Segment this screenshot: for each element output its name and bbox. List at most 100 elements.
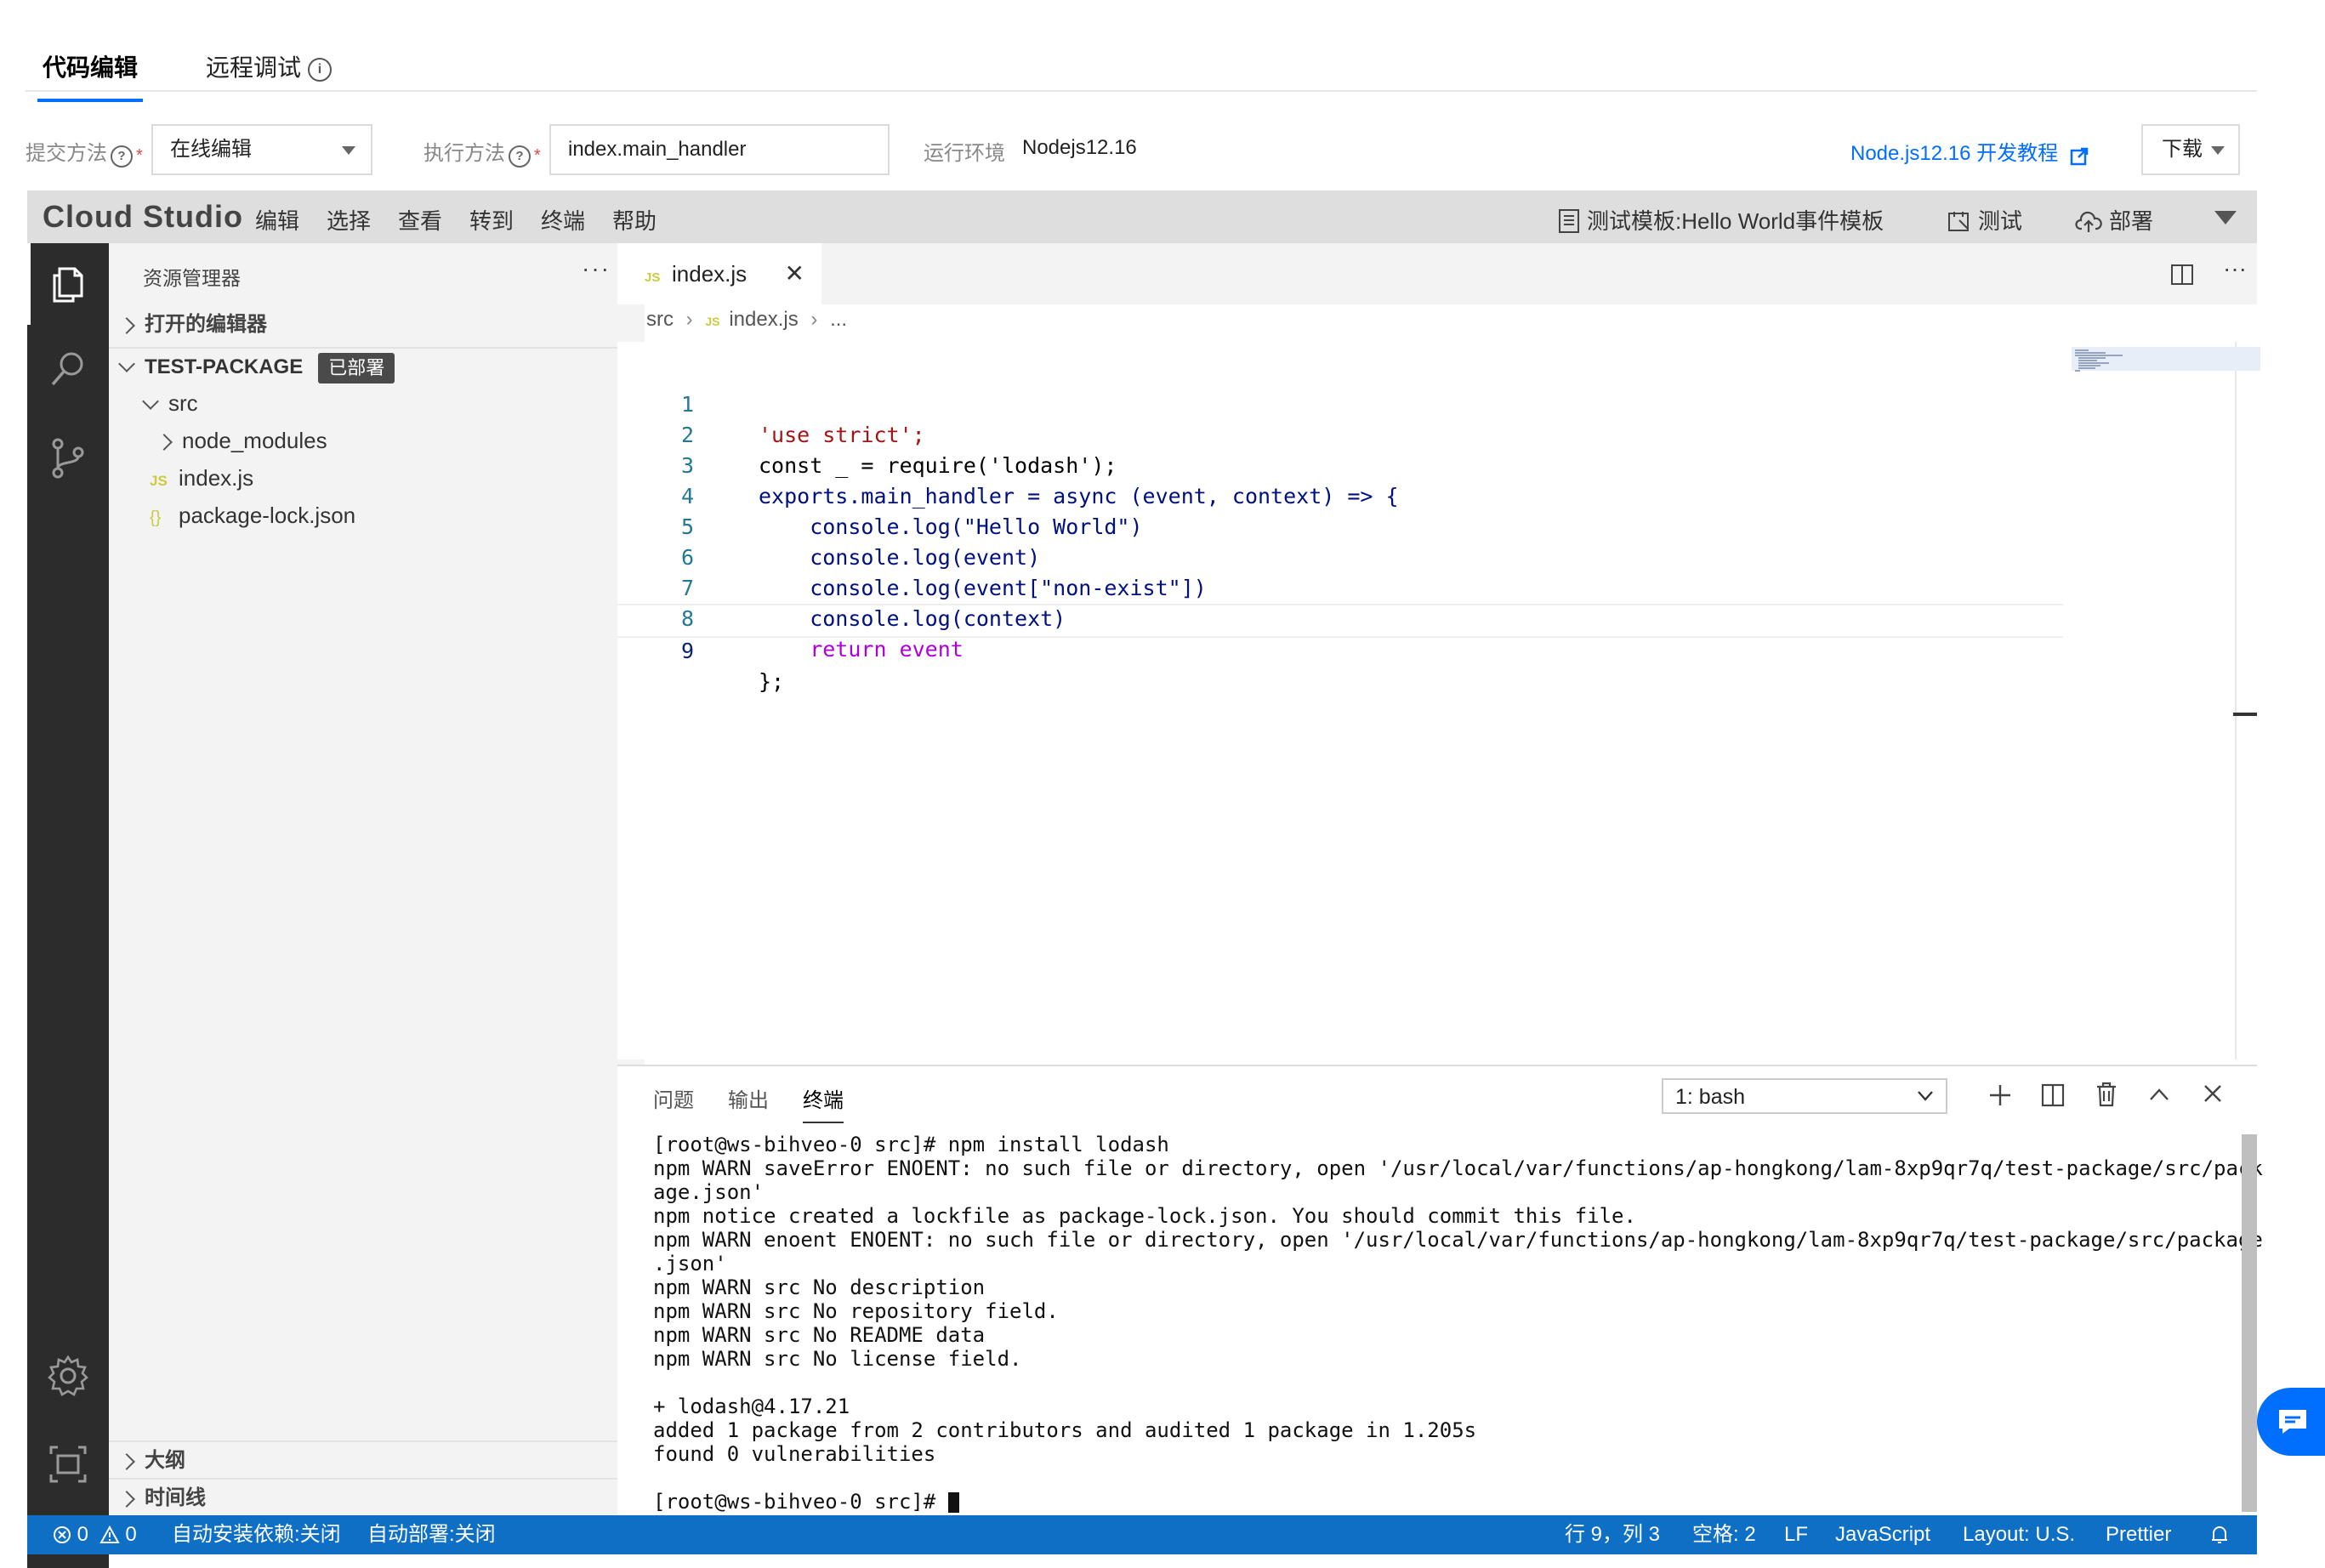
files-icon[interactable] <box>46 262 90 306</box>
test-template-button[interactable]: 测试模板:Hello World事件模板 <box>1558 204 1884 236</box>
prettier-status[interactable]: Prettier <box>2106 1515 2171 1554</box>
runtime-label: 运行环境 <box>924 142 1005 165</box>
language-mode[interactable]: JavaScript <box>1835 1515 1930 1554</box>
menubar: Cloud Studio 编辑 选择 查看 转到 终端 帮助 测试模板:Hell… <box>27 190 2257 243</box>
auto-install-toggle[interactable]: 自动安装依赖:关闭 <box>172 1515 341 1554</box>
menu-view[interactable]: 查看 <box>398 204 442 236</box>
chevron-up-icon[interactable] <box>2148 1087 2170 1102</box>
exec-method-input[interactable]: index.main_handler <box>549 124 890 175</box>
terminal-line: npm WARN saveError ENOENT: no such file … <box>653 1156 2263 1180</box>
json-file-icon: {} <box>150 508 162 527</box>
breadcrumb: src › JS index.js › ... <box>646 308 847 332</box>
terminal-scrollbar[interactable] <box>2242 1134 2257 1512</box>
submit-method-value: 在线编辑 <box>170 138 252 161</box>
test-button[interactable]: 测试 <box>1947 204 2022 236</box>
remote-window-icon[interactable] <box>46 1442 90 1486</box>
help-icon[interactable]: ? <box>111 145 133 168</box>
end-of-line[interactable]: LF <box>1784 1515 1808 1554</box>
terminal-select-value: 1: bash <box>1675 1085 1746 1109</box>
cloud-studio-ide: Cloud Studio 编辑 选择 查看 转到 终端 帮助 测试模板:Hell… <box>27 190 2263 1568</box>
terminal-line: found 0 vulnerabilities <box>653 1442 936 1466</box>
more-icon[interactable]: ··· <box>582 255 611 282</box>
close-icon[interactable]: ✕ <box>785 243 804 304</box>
terminal-prompt: [root@ws-bihveo-0 src]# <box>653 1490 948 1514</box>
keyboard-layout[interactable]: Layout: U.S. <box>1963 1515 2075 1554</box>
open-editors-section[interactable]: 打开的编辑器 <box>109 306 657 344</box>
tab-remote-debug[interactable]: 远程调试 i <box>206 49 333 83</box>
terminal-line: age.json' <box>653 1180 765 1204</box>
tree-item-src[interactable]: src <box>109 384 680 422</box>
info-icon[interactable]: i <box>308 57 333 82</box>
help-icon[interactable]: ? <box>509 145 531 168</box>
chevron-down-icon <box>118 355 135 372</box>
search-icon[interactable] <box>46 347 90 391</box>
activity-active-indicator <box>27 243 31 325</box>
breadcrumb-more[interactable]: ... <box>830 308 847 331</box>
document-icon <box>1559 209 1579 233</box>
tree-item-node-modules[interactable]: node_modules <box>109 422 694 459</box>
tab-code-edit[interactable]: 代码编辑 <box>37 49 144 102</box>
problems-status[interactable]: 0 0 <box>53 1515 137 1554</box>
open-editors-label: 打开的编辑器 <box>145 313 267 336</box>
terminal-line: npm WARN src No license field. <box>653 1347 1022 1371</box>
editor-tab-index-js[interactable]: JS index.js ✕ <box>617 243 821 304</box>
download-label: 下载 <box>2162 138 2203 161</box>
close-icon[interactable] <box>2203 1083 2223 1104</box>
runtime-value: Nodejs12.16 <box>1022 136 1137 159</box>
cloud-upload-icon <box>2075 211 2102 232</box>
code-editor[interactable]: 1 'use strict'; 2 const _ = require('lod… <box>617 342 2257 1060</box>
chat-button[interactable] <box>2257 1388 2325 1456</box>
brand-logo: Cloud Studio <box>43 199 243 234</box>
terminal-output[interactable]: [root@ws-bihveo-0 src]# npm install loda… <box>653 1133 2263 1514</box>
download-button[interactable]: 下载 <box>2141 124 2240 175</box>
tutorial-link-label: Node.js12.16 开发教程 <box>1850 142 2059 165</box>
submit-method-select[interactable]: 在线编辑 <box>151 124 372 175</box>
outline-section[interactable]: 大纲 <box>109 1440 657 1480</box>
triangle-down-icon[interactable] <box>2213 209 2238 226</box>
tree-item-label: index.js <box>179 465 254 491</box>
warning-count: 0 <box>125 1523 137 1546</box>
cursor-position[interactable]: 行 9，列 3 <box>1565 1515 1660 1554</box>
auto-deploy-toggle[interactable]: 自动部署:关闭 <box>367 1515 496 1554</box>
menu-help[interactable]: 帮助 <box>612 204 657 236</box>
chevron-right-icon <box>118 1452 135 1470</box>
bell-icon[interactable] <box>2209 1525 2230 1545</box>
gutter <box>619 361 624 633</box>
panel-tab-problems[interactable]: 问题 <box>653 1083 694 1113</box>
plus-icon[interactable] <box>1988 1083 2012 1107</box>
scrollbar-track[interactable] <box>2235 342 2237 1060</box>
warning-icon <box>99 1525 120 1543</box>
menu-edit[interactable]: 编辑 <box>255 204 299 236</box>
terminal-line: + lodash@4.17.21 <box>653 1395 850 1418</box>
split-terminal-icon[interactable] <box>2041 1083 2065 1107</box>
trash-icon[interactable] <box>2095 1082 2118 1107</box>
breadcrumb-src[interactable]: src <box>646 308 674 331</box>
terminal-line: .json' <box>653 1252 727 1275</box>
more-icon[interactable]: ··· <box>2223 255 2247 282</box>
line-text: }; <box>759 669 785 694</box>
tutorial-link[interactable]: Node.js12.16 开发教程 <box>1850 136 2089 167</box>
project-section[interactable]: TEST-PACKAGE 已部署 <box>109 347 657 386</box>
terminal-select[interactable]: 1: bash <box>1662 1078 1947 1114</box>
gear-icon[interactable] <box>46 1354 90 1398</box>
minimap[interactable] <box>2072 342 2260 381</box>
indentation[interactable]: 空格: 2 <box>1692 1515 1756 1554</box>
code-line: 3 exports.main_handler = async (event, c… <box>617 420 2257 508</box>
split-editor-icon[interactable] <box>2170 264 2194 286</box>
breadcrumb-file[interactable]: index.js <box>729 308 798 331</box>
caret-down-icon <box>2211 146 2225 155</box>
test-template-label: 测试模板:Hello World事件模板 <box>1587 208 1884 234</box>
menu-terminal[interactable]: 终端 <box>541 204 585 236</box>
menu-select[interactable]: 选择 <box>327 204 371 236</box>
panel-tab-output[interactable]: 输出 <box>728 1083 769 1113</box>
deploy-button[interactable]: 部署 <box>2075 204 2153 236</box>
tree-item-package-lock[interactable]: {} package-lock.json <box>109 497 685 534</box>
source-control-icon[interactable] <box>46 435 90 480</box>
menu-goto[interactable]: 转到 <box>469 204 514 236</box>
tree-item-index-js[interactable]: JS index.js <box>109 459 685 497</box>
timeline-section[interactable]: 时间线 <box>109 1478 657 1517</box>
chat-icon <box>2279 1410 2306 1434</box>
panel-tab-terminal[interactable]: 终端 <box>803 1083 844 1123</box>
deployed-badge: 已部署 <box>318 352 395 383</box>
